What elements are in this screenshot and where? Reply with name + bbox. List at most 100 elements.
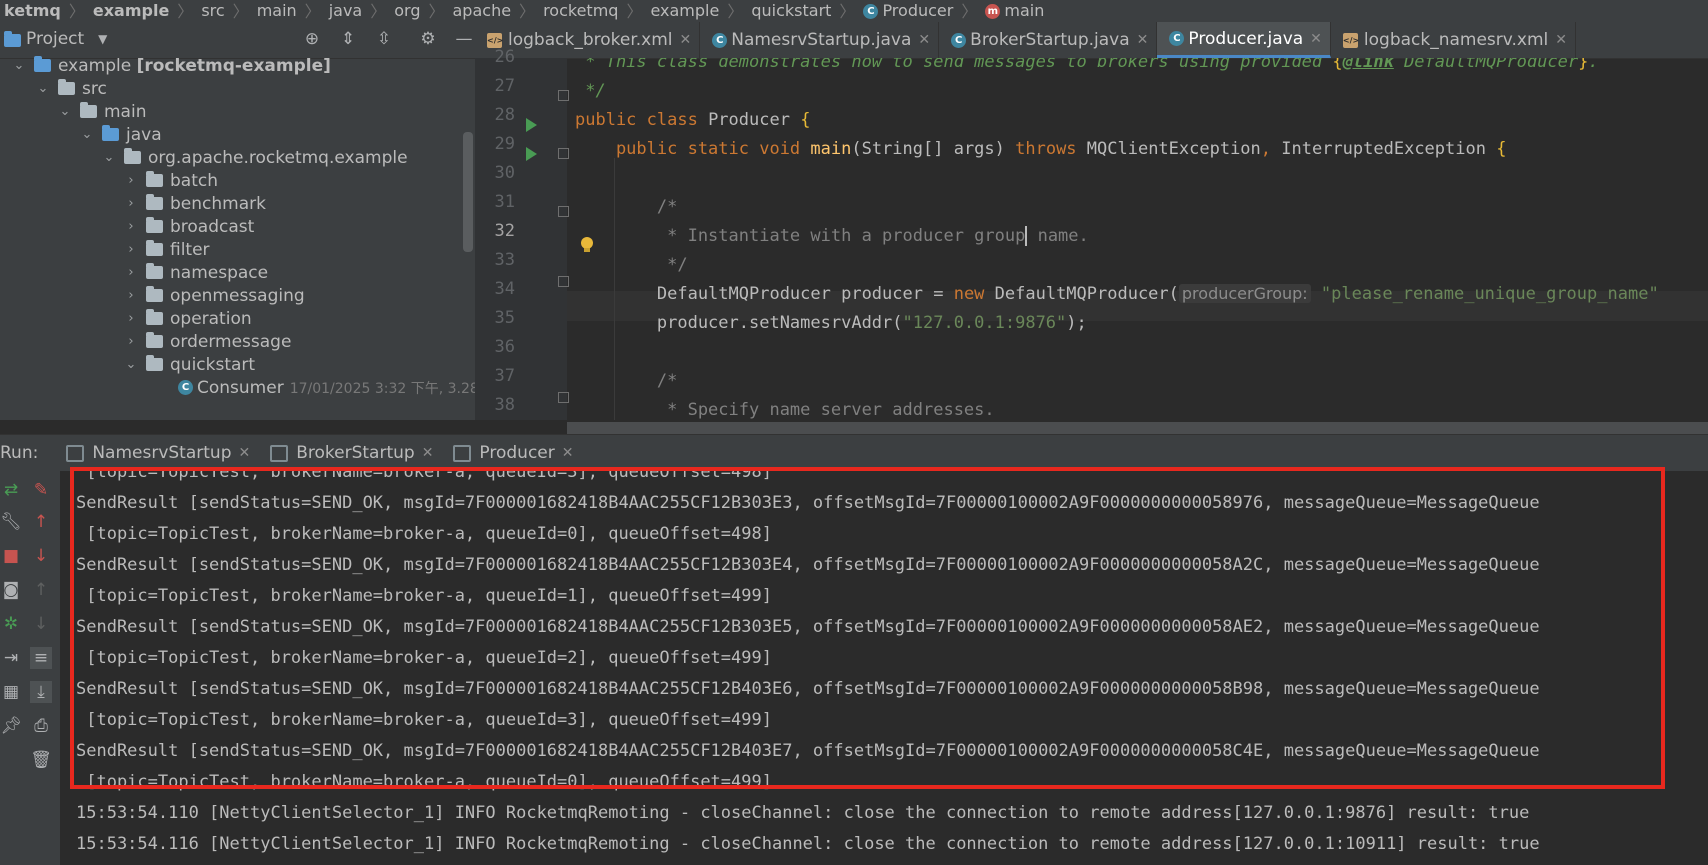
settings-restart-icon[interactable]: ✲ <box>0 613 22 635</box>
layout-icon[interactable]: ▦ <box>0 681 22 703</box>
tree-item-label: broadcast <box>170 216 255 237</box>
tree-item-consumer[interactable]: C Consumer 17/01/2025 3:32 下午, 3.28 kB <box>178 375 475 400</box>
chevron-down-icon[interactable]: ⌄ <box>80 127 94 142</box>
previous-icon[interactable]: ↑ <box>30 579 52 601</box>
code-editor[interactable]: * This class demonstrates how to send me… <box>567 58 1708 420</box>
tree-item-ordermessage[interactable]: › ordermessage <box>124 329 291 354</box>
breadcrumb-item[interactable]: src <box>197 1 228 20</box>
tree-item-broadcast[interactable]: › broadcast <box>124 214 254 239</box>
run-tab-namesrvstartup[interactable]: NamesrvStartup ✕ <box>58 443 262 463</box>
soft-wrap-icon[interactable]: ≡ <box>30 647 52 669</box>
tab-label: Producer.java <box>1188 28 1304 49</box>
chevron-right-icon[interactable]: › <box>124 173 138 188</box>
breadcrumb-item[interactable]: example <box>646 1 723 20</box>
chevron-right-icon[interactable]: › <box>124 242 138 257</box>
arrow-up-icon[interactable]: ↑ <box>30 511 52 533</box>
close-icon[interactable]: ✕ <box>1555 32 1567 48</box>
tree-item-label: ordermessage <box>170 331 292 352</box>
chevron-down-icon[interactable]: ⌄ <box>12 58 26 73</box>
next-icon[interactable]: ↓ <box>30 613 52 635</box>
chevron-down-icon[interactable]: ⌄ <box>124 357 138 372</box>
locate-icon[interactable]: ⊕ <box>301 28 323 50</box>
console-line: 15:53:54.110 [NettyClientSelector_1] INF… <box>76 803 1530 823</box>
chevron-right-icon[interactable]: › <box>124 288 138 303</box>
tree-item-label: openmessaging <box>170 285 305 306</box>
tree-scrollbar[interactable] <box>463 132 473 252</box>
run-gutter-icon[interactable] <box>526 147 537 161</box>
scroll-to-end-icon[interactable]: ⤓ <box>30 681 52 703</box>
hide-icon[interactable]: — <box>453 28 475 50</box>
chevron-down-icon[interactable]: ⌄ <box>102 150 116 165</box>
tab-namesrvstartup[interactable]: C NamesrvStartup.java ✕ <box>700 22 940 58</box>
chevron-down-icon[interactable]: ⌄ <box>58 104 72 119</box>
tree-item-filter[interactable]: › filter <box>124 237 209 262</box>
tree-item-src[interactable]: ⌄ src <box>36 76 107 101</box>
run-gutter-icon[interactable] <box>526 118 537 132</box>
breadcrumb-item[interactable]: org <box>390 1 424 20</box>
tab-label: logback_broker.xml <box>508 30 673 50</box>
tab-brokerstartup[interactable]: C BrokerStartup.java ✕ <box>939 22 1158 58</box>
tree-item-label: operation <box>170 308 252 329</box>
tree-item-namespace[interactable]: › namespace <box>124 260 268 285</box>
project-panel: Project ▼ ⊕ ⇕ ⇳ ⚙ — ⌄ example [rocketmq-… <box>0 20 475 420</box>
close-icon[interactable]: ✕ <box>562 445 574 461</box>
chevron-right-icon[interactable]: › <box>124 334 138 349</box>
clear-icon[interactable]: ✎ <box>30 479 52 501</box>
code-line: /* <box>575 371 678 391</box>
breadcrumb-item[interactable]: apache <box>449 1 516 20</box>
close-icon[interactable]: ✕ <box>1137 32 1149 48</box>
tree-item-batch[interactable]: › batch <box>124 168 218 193</box>
run-tab-producer[interactable]: Producer ✕ <box>445 443 585 463</box>
tree-item-openmessaging[interactable]: › openmessaging <box>124 283 305 308</box>
expand-all-icon[interactable]: ⇕ <box>337 28 359 50</box>
class-icon: C <box>1169 31 1185 46</box>
print-icon[interactable]: ⎙ <box>30 715 52 737</box>
chevron-down-icon[interactable]: ▼ <box>98 32 107 46</box>
camera-icon[interactable]: ◙ <box>0 579 22 601</box>
breadcrumb-item[interactable]: quickstart <box>747 1 835 20</box>
chevron-right-icon[interactable]: › <box>124 196 138 211</box>
chevron-right-icon[interactable]: › <box>124 219 138 234</box>
collapse-all-icon[interactable]: ⇳ <box>373 28 395 50</box>
breadcrumb-item[interactable]: java <box>325 1 367 20</box>
breadcrumb-item[interactable]: rocketmq <box>539 1 622 20</box>
tab-producer[interactable]: C Producer.java ✕ <box>1157 22 1331 58</box>
tab-logback-namesrv[interactable]: </> logback_namesrv.xml ✕ <box>1331 22 1577 58</box>
wrench-icon[interactable]: 🔧︎ <box>0 511 22 533</box>
tree-item-operation[interactable]: › operation <box>124 306 252 331</box>
run-tab-brokerstartup[interactable]: BrokerStartup ✕ <box>262 443 445 463</box>
exit-icon[interactable]: ⇥ <box>0 647 22 669</box>
tree-item-benchmark[interactable]: › benchmark <box>124 191 266 216</box>
chevron-right-icon[interactable]: › <box>124 265 138 280</box>
arrow-down-icon[interactable]: ↓ <box>30 545 52 567</box>
breadcrumb-item[interactable]: main <box>253 1 301 20</box>
breadcrumb-item-producer[interactable]: C Producer <box>859 1 957 20</box>
pin-icon[interactable]: 📌︎ <box>0 715 22 737</box>
rerun-icon[interactable]: ⇄ <box>0 479 22 501</box>
breadcrumb-item-main[interactable]: m main <box>981 1 1048 20</box>
close-icon[interactable]: ✕ <box>422 445 434 461</box>
trash-icon[interactable]: 🗑︎ <box>30 749 52 771</box>
editor-horizontal-scrollbar[interactable] <box>567 422 1708 434</box>
gear-icon[interactable]: ⚙ <box>417 28 439 50</box>
tree-item-java[interactable]: ⌄ java <box>80 122 162 147</box>
chevron-right-icon[interactable]: › <box>124 311 138 326</box>
breadcrumb-item[interactable]: ketmq <box>0 1 65 20</box>
project-title[interactable]: Project <box>26 29 84 49</box>
tree-item-main[interactable]: ⌄ main <box>58 99 147 124</box>
breadcrumb-item[interactable]: example <box>89 1 173 20</box>
close-icon[interactable]: ✕ <box>238 445 250 461</box>
module-icon <box>34 56 51 72</box>
stop-icon[interactable]: ■ <box>0 545 22 567</box>
chevron-down-icon[interactable]: ⌄ <box>36 81 50 96</box>
folder-icon <box>80 102 97 118</box>
package-icon <box>146 217 163 233</box>
tree-item-package-root[interactable]: ⌄ org.apache.rocketmq.example <box>102 145 408 170</box>
close-icon[interactable]: ✕ <box>918 32 930 48</box>
close-icon[interactable]: ✕ <box>1310 31 1322 47</box>
close-icon[interactable]: ✕ <box>680 32 692 48</box>
class-icon: C <box>178 380 193 395</box>
tree-item-example[interactable]: ⌄ example [rocketmq-example] <box>12 53 331 78</box>
editor-gutter[interactable]: 26 27 28 29 30 31 32 33 34 35 36 37 38 <box>475 47 567 420</box>
tree-item-quickstart[interactable]: ⌄ quickstart <box>124 352 256 377</box>
